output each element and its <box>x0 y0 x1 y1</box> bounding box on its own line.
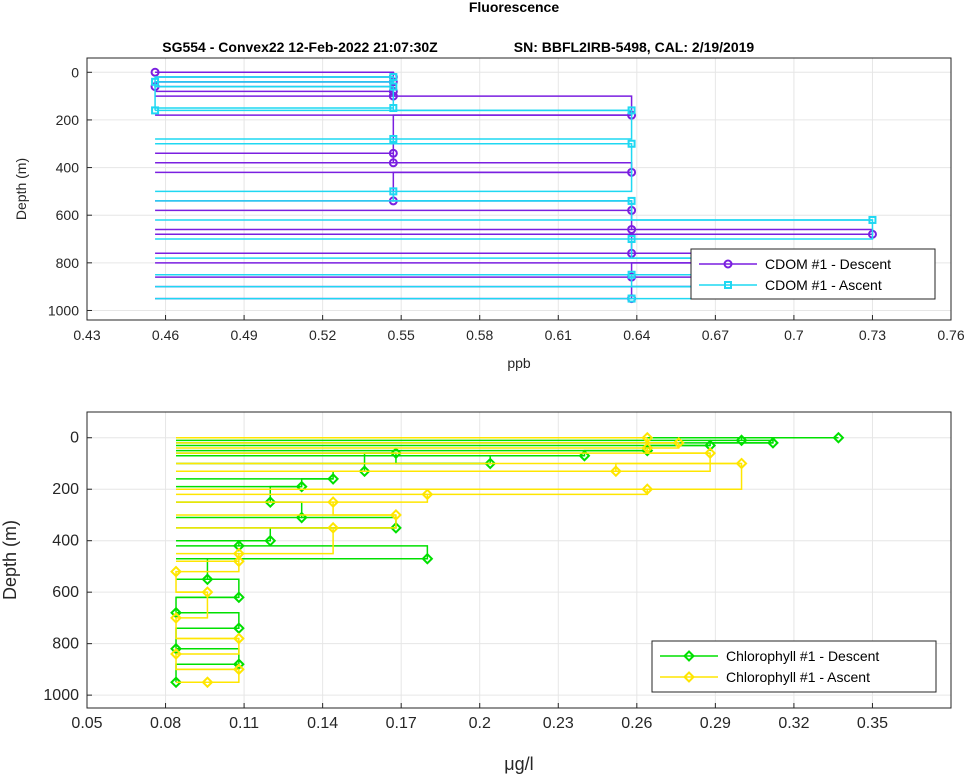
x-tick-label-4: 0.17 <box>386 715 417 732</box>
x-tick-label-9: 0.32 <box>778 715 809 732</box>
x-tick-label-0: 0.05 <box>71 715 102 732</box>
figure-subtitle-left: SG554 - Convex22 12-Feb-2022 21:07:30Z <box>162 39 438 55</box>
y-tick-label-1: 200 <box>56 112 80 128</box>
y-tick-label-0: 0 <box>70 430 79 447</box>
x-tick-label-3: 0.52 <box>309 327 336 343</box>
x-tick-label-8: 0.29 <box>700 715 731 732</box>
fluorescence-figure: Fluorescence SG554 - Convex22 12-Feb-202… <box>0 0 965 774</box>
x-tick-label-1: 0.08 <box>150 715 181 732</box>
x-tick-label-2: 0.11 <box>229 715 259 732</box>
x-tick-label-0: 0.43 <box>73 327 100 343</box>
x-tick-label-5: 0.58 <box>466 327 493 343</box>
x-tick-label-2: 0.49 <box>230 327 257 343</box>
cdom-chart: 0.43 0.46 0.49 0.52 0.55 0.58 0.61 0.64 0.67 0.7 0… <box>13 57 965 371</box>
x-tick-label-1: 0.46 <box>152 327 179 343</box>
legend-entry-1: Chlorophyll #1 - Ascent <box>726 669 870 685</box>
x-tick-label-3: 0.14 <box>307 715 338 732</box>
y-tick-label-1: 200 <box>52 481 79 498</box>
x-tick-label-10: 0.35 <box>857 715 888 732</box>
figure-suptitle: Fluorescence <box>469 0 559 15</box>
x-tick-label-7: 0.64 <box>623 327 650 343</box>
x-tick-label-7: 0.26 <box>621 715 652 732</box>
x-tick-label-10: 0.73 <box>859 327 886 343</box>
y-tick-label-2: 400 <box>52 533 79 550</box>
x-tick-label-11: 0.76 <box>937 327 964 343</box>
figure-subtitle-right: SN: BBFL2IRB-5498, CAL: 2/19/2019 <box>514 39 755 55</box>
y-tick-label-3: 600 <box>52 584 79 601</box>
chlorophyll-chart: 0.05 0.08 0.11 0.14 0.17 0.2 0.23 0.26 0.29 0.32 0… <box>0 411 952 774</box>
x-axis-label: μg/l <box>504 754 533 774</box>
x-tick-label-8: 0.67 <box>702 327 729 343</box>
legend-entry-0: Chlorophyll #1 - Descent <box>726 648 879 664</box>
x-tick-label-4: 0.55 <box>388 327 415 343</box>
x-tick-label-6: 0.61 <box>545 327 572 343</box>
y-tick-label-3: 600 <box>56 207 80 223</box>
y-tick-label-0: 0 <box>71 64 79 80</box>
x-tick-label-9: 0.7 <box>784 327 804 343</box>
y-tick-label-4: 800 <box>52 636 79 653</box>
y-axis-label: Depth (m) <box>13 158 29 220</box>
legend-entry-1: CDOM #1 - Ascent <box>765 277 882 293</box>
y-tick-label-4: 800 <box>56 255 80 271</box>
y-axis-label: Depth (m) <box>0 520 20 600</box>
legend: CDOM #1 - Descent CDOM #1 - Ascent <box>690 248 936 300</box>
y-tick-label-5: 1000 <box>43 687 79 704</box>
x-tick-label-5: 0.2 <box>469 715 491 732</box>
x-axis-label: ppb <box>507 355 531 371</box>
x-tick-label-6: 0.23 <box>543 715 574 732</box>
legend: Chlorophyll #1 - Descent Chlorophyll #1 -… <box>651 640 937 693</box>
y-tick-labels: 0 200 400 600 800 1000 <box>48 64 92 318</box>
y-tick-labels: 0 200 400 600 800 1000 <box>43 430 92 704</box>
legend-entry-0: CDOM #1 - Descent <box>765 256 891 272</box>
y-tick-label-5: 1000 <box>48 302 79 318</box>
y-tick-label-2: 400 <box>56 160 80 176</box>
